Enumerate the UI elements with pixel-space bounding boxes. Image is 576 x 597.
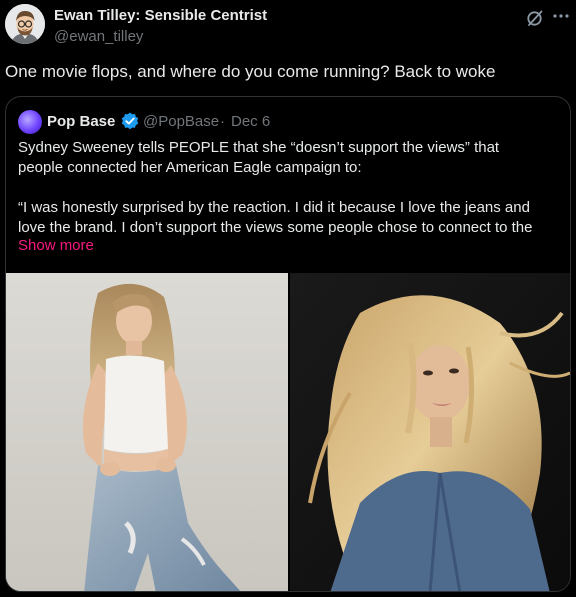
author-avatar[interactable] [5,4,45,44]
quote-date[interactable]: Dec 6 [231,113,270,130]
quoted-tweet[interactable]: Pop Base @PopBase · Dec 6 Sydney Sweeney… [5,96,571,592]
photo-left[interactable] [6,273,288,591]
show-more-link[interactable]: Show more [18,237,94,254]
quote-text-line: Sydney Sweeney tells PEOPLE that she “do… [18,139,500,156]
quote-text-line: “I was honestly surprised by the reactio… [18,199,530,216]
photo-right[interactable] [290,273,570,591]
separator-dot: · [220,113,225,130]
more-horizontal-icon[interactable] [551,6,571,26]
author-handle[interactable]: @ewan_tilley [54,28,143,45]
tweet-text: One movie flops, and where do you come r… [5,62,496,81]
quote-author-handle[interactable]: @PopBase [143,113,219,130]
grok-icon[interactable] [525,8,545,28]
quote-text-line: people connected her American Eagle camp… [18,159,362,176]
verified-badge-icon [120,111,140,131]
quote-avatar[interactable] [18,110,42,134]
quote-author-name[interactable]: Pop Base [47,113,115,130]
author-name[interactable]: Ewan Tilley: Sensible Centrist [54,7,267,24]
tweet[interactable]: Ewan Tilley: Sensible Centrist @ewan_til… [0,0,576,597]
quote-text-line: love the brand. I don’t support the view… [18,219,533,236]
